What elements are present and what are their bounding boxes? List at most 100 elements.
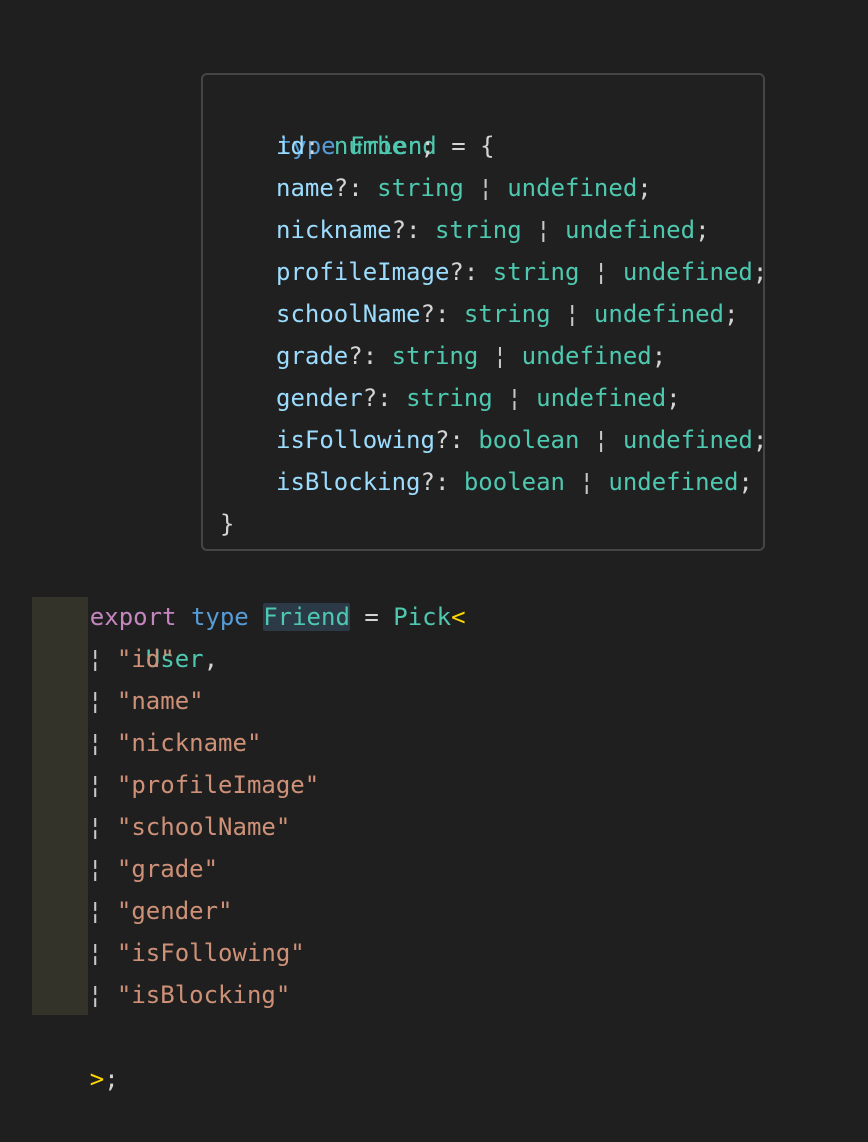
hover-closing-brace: } (220, 510, 235, 538)
pick-key-string[interactable]: "isFollowing" (117, 939, 305, 967)
hover-field-line: profileImage?: string ¦ undefined; (276, 251, 767, 293)
hover-field-semicolon: ; (695, 216, 710, 244)
hover-union-pipe: ¦ (593, 258, 609, 286)
pick-key-line: ¦ "isBlocking" (88, 974, 290, 1016)
hover-field-line: name?: string ¦ undefined; (276, 167, 652, 209)
union-pipe: ¦ (88, 981, 103, 1009)
pick-type[interactable]: Pick (393, 603, 451, 631)
pick-key-string[interactable]: "nickname" (117, 729, 262, 757)
hover-field-type: string (391, 342, 479, 370)
hover-field-type: string (406, 384, 493, 412)
hover-field-sep: ?: (391, 216, 421, 244)
hover-field-name: schoolName (276, 300, 421, 328)
hover-field-line: id: number; (276, 125, 435, 167)
hover-field-type-undefined: undefined (521, 342, 652, 370)
hover-field-semicolon: ; (666, 384, 681, 412)
hover-field-type-undefined: undefined (507, 174, 638, 202)
hover-field-semicolon: ; (420, 132, 435, 160)
close-angle-bracket: > (89, 1065, 105, 1093)
equals-sign: = (364, 603, 379, 631)
hover-field-name: name (276, 174, 334, 202)
hover-field-name: nickname (276, 216, 392, 244)
union-pipe: ¦ (88, 813, 103, 841)
hover-field-sep: ?: (348, 342, 378, 370)
hover-field-type: string (492, 258, 580, 286)
hover-field-type-undefined: undefined (593, 300, 724, 328)
hover-field-name: isBlocking (276, 468, 421, 496)
open-angle-bracket: < (451, 603, 466, 631)
pick-key-line: ¦ "isFollowing" (88, 932, 305, 974)
hover-field-sep: ?: (449, 258, 479, 286)
hover-field-name: profileImage (276, 258, 450, 286)
hover-field-type: boolean (478, 426, 580, 454)
type-hover-tooltip: type Friend = { id: number; name?: string… (201, 73, 767, 551)
union-pipe: ¦ (88, 687, 103, 715)
hover-field-line: nickname?: string ¦ undefined; (276, 209, 710, 251)
hover-field-name: gender (276, 384, 363, 412)
pick-key-line: ¦ "schoolName" (88, 806, 290, 848)
union-pipe: ¦ (88, 855, 103, 883)
hover-field-line: schoolName?: string ¦ undefined; (276, 293, 738, 335)
pick-key-string[interactable]: "gender" (117, 897, 233, 925)
union-pipe: ¦ (88, 897, 103, 925)
code-close-line: >; (32, 1016, 119, 1093)
pick-key-string[interactable]: "profileImage" (117, 771, 319, 799)
hover-field-sep: ?: (362, 384, 392, 412)
hover-field-type: string (377, 174, 464, 202)
hover-field-type: number (333, 132, 421, 160)
pick-key-line: ¦ "name" (88, 680, 204, 722)
hover-field-sep: ?: (434, 426, 464, 454)
pick-key-line: ¦ "gender" (88, 890, 233, 932)
hover-field-line: isBlocking?: boolean ¦ undefined; (276, 461, 753, 503)
hover-union-pipe: ¦ (507, 384, 522, 412)
hover-field-name: isFollowing (276, 426, 435, 454)
hover-union-pipe: ¦ (579, 468, 594, 496)
hover-field-type: string (434, 216, 522, 244)
pick-key-string[interactable]: "isBlocking" (117, 981, 290, 1009)
type-name-friend[interactable]: Friend (263, 603, 350, 631)
hover-union-pipe: ¦ (565, 300, 580, 328)
hover-field-name: grade (276, 342, 349, 370)
hover-field-semicolon: ; (637, 174, 652, 202)
pick-key-line: ¦ "grade" (88, 848, 218, 890)
pick-key-string[interactable]: "grade" (117, 855, 218, 883)
hover-field-type-undefined: undefined (608, 468, 739, 496)
hover-open-brace: = { (451, 132, 495, 160)
pick-key-line: ¦ "nickname" (88, 722, 261, 764)
pick-key-line: ¦ "id" (88, 638, 175, 680)
semicolon: ; (104, 1065, 119, 1093)
hover-field-type-undefined: undefined (622, 258, 753, 286)
hover-field-line: isFollowing?: boolean ¦ undefined; (276, 419, 767, 461)
pick-key-line: ¦ "profileImage" (88, 764, 319, 806)
hover-field-sep: ?: (420, 300, 450, 328)
user-comma: , (203, 645, 219, 673)
code-decl-line: export type Friend = Pick< (32, 554, 466, 631)
pick-key-string[interactable]: "id" (117, 645, 175, 673)
pick-key-string[interactable]: "name" (117, 687, 204, 715)
hover-field-type: string (463, 300, 551, 328)
hover-field-semicolon: ; (738, 468, 753, 496)
hover-field-type-undefined: undefined (622, 426, 753, 454)
pick-key-string[interactable]: "schoolName" (117, 813, 290, 841)
union-pipe: ¦ (88, 645, 103, 673)
hover-field-type: boolean (463, 468, 566, 496)
hover-header-line: type Friend = { (220, 83, 495, 160)
code-user-line: User, (88, 596, 218, 673)
union-pipe: ¦ (88, 771, 103, 799)
union-pipe: ¦ (88, 729, 103, 757)
hover-field-sep: ?: (420, 468, 450, 496)
union-pipe: ¦ (88, 939, 103, 967)
hover-field-semicolon: ; (752, 426, 768, 454)
hover-field-name: id (276, 132, 305, 160)
hover-field-sep: ?: (333, 174, 363, 202)
hover-union-pipe: ¦ (492, 342, 508, 370)
hover-union-pipe: ¦ (478, 174, 493, 202)
hover-field-semicolon: ; (723, 300, 739, 328)
hover-field-line: gender?: string ¦ undefined; (276, 377, 681, 419)
hover-field-semicolon: ; (651, 342, 667, 370)
hover-field-type-undefined: undefined (565, 216, 696, 244)
hover-field-type-undefined: undefined (536, 384, 667, 412)
hover-field-sep: : (304, 132, 320, 160)
hover-union-pipe: ¦ (536, 216, 551, 244)
hover-field-semicolon: ; (752, 258, 768, 286)
